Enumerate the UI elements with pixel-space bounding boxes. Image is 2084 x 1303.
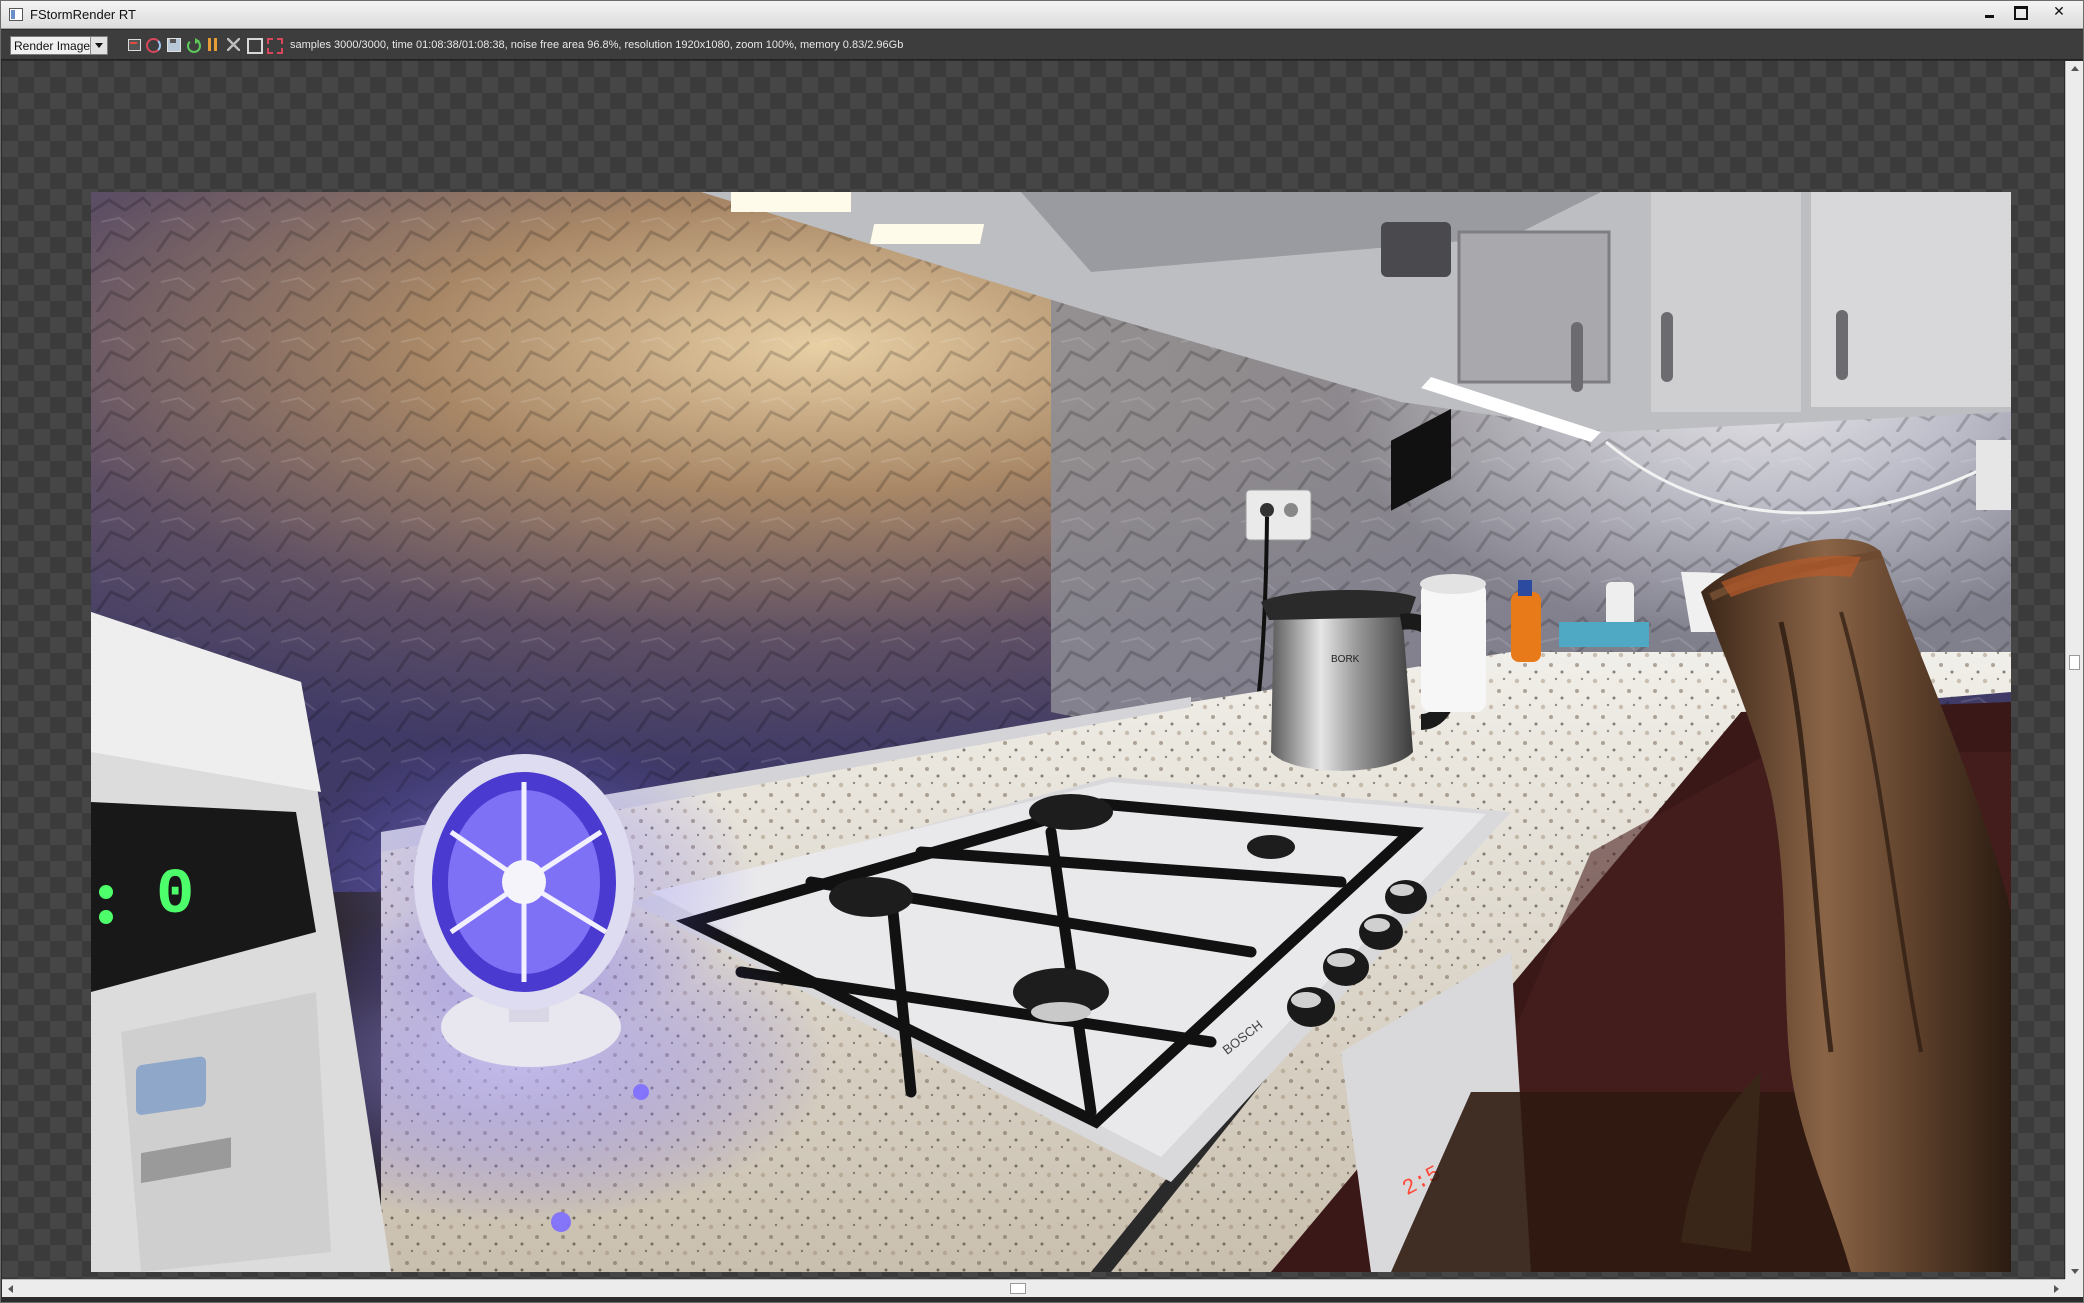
refresh-icon[interactable] [144,36,161,53]
vertical-scroll-thumb[interactable] [2069,655,2080,670]
close-icon[interactable]: ✕ [2041,3,2077,23]
microwave-display-text: 0 [156,860,194,932]
title-bar[interactable]: FStormRender RT ✕ [1,1,2083,29]
view-select-value: Render Image [14,39,91,53]
maximize-icon[interactable] [2004,3,2034,23]
window-title: FStormRender RT [30,7,136,22]
scroll-left-icon[interactable] [8,1285,13,1293]
app-icon [9,8,23,21]
scroll-right-icon[interactable] [2054,1285,2059,1293]
horizontal-scroll-thumb[interactable] [1010,1283,1026,1294]
restart-icon[interactable] [185,36,202,53]
view-select[interactable]: Render Image [10,36,108,55]
region-render-icon[interactable] [265,36,283,54]
scroll-down-icon[interactable] [2071,1269,2079,1274]
render-window: FStormRender RT ✕ Render Image samples 3… [0,0,2084,1303]
scrollbar-corner [2065,1279,2083,1297]
minimize-icon[interactable] [1975,3,2005,23]
horizontal-scrollbar[interactable] [2,1279,2065,1297]
pause-icon[interactable] [205,36,222,53]
save-icon[interactable] [165,36,182,53]
scroll-up-icon[interactable] [2071,66,2079,71]
render-status: samples 3000/3000, time 01:08:38/01:08:3… [290,39,904,51]
frame-icon[interactable] [245,36,263,54]
fit-view-icon[interactable] [225,36,242,53]
render-viewport[interactable]: 2:5 BORK BOSCH 0 [2,61,2064,1279]
chevron-down-icon[interactable] [90,37,107,54]
save-render-icon[interactable] [126,36,143,53]
vertical-scrollbar[interactable] [2065,61,2083,1279]
toolbar: Render Image samples 3000/3000, time 01:… [1,30,2083,60]
render-image[interactable]: 2:5 BORK BOSCH 0 [91,192,2011,1272]
kettle-brand-text: BORK [1331,654,1360,665]
